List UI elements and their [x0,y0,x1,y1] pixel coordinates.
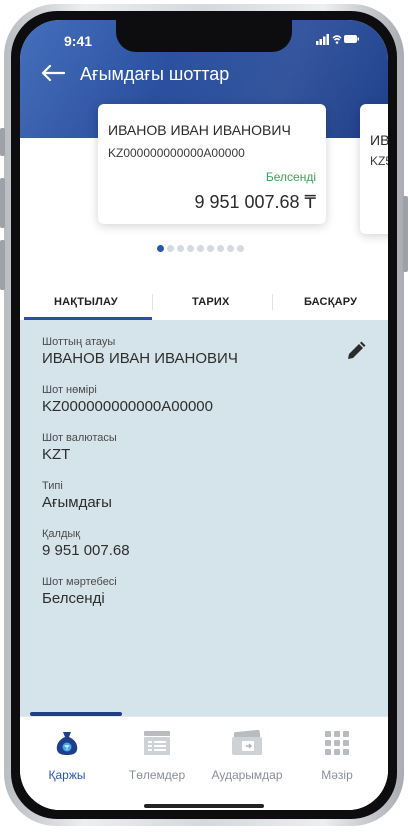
card-account-number: KZ000000000000A00000 [108,146,245,160]
notch [116,20,292,52]
tab-manage[interactable]: БАСҚАРУ [304,296,357,308]
account-card-next[interactable]: ИВА KZ56 [360,104,388,234]
home-indicator [144,804,264,808]
pagination-dot[interactable] [187,245,194,252]
pagination-dot[interactable] [237,245,244,252]
nav-label: Төлемдер [128,768,186,782]
money-bag-icon: ₸ [56,732,78,755]
status-icons [316,33,360,48]
volume-down-button [0,240,5,290]
signal-wifi-battery-icon [316,34,359,45]
page-title: Ағымдағы шоттар [80,64,230,84]
pagination-dot[interactable] [167,245,174,252]
tab-divider [152,294,153,310]
field-value-status: Белсенді [42,590,105,607]
pagination-dot[interactable] [197,245,204,252]
field-label: Типі [42,480,63,492]
screen: 9:41 Ағымдағы шоттар ИВАНОВ ИВАН ИВАНОВИ… [20,20,388,810]
card-balance: 9 951 007.68 ₸ [194,192,316,212]
pagination-dot[interactable] [207,245,214,252]
pagination-dot[interactable] [217,245,224,252]
field-label: Шот валютасы [42,432,117,444]
card-status: Белсенді [265,170,316,184]
nav-finance[interactable]: ₸ Қаржы [22,729,112,782]
details-panel [20,320,388,720]
tab-details[interactable]: НАҚТЫЛАУ [54,296,118,308]
card-account-number: KZ56 [370,154,388,168]
card-account-name: ИВА [370,132,388,148]
arrow-left-icon [41,64,66,82]
status-time: 9:41 [64,33,93,49]
bottom-navigation: ₸ Қаржы Төлемдер Аударымдар Мәзір [20,716,388,810]
nav-label: Қаржы [48,768,86,782]
grid-menu-icon [325,731,349,755]
wallet-transfer-icon [232,729,262,755]
nav-label: Аударымдар [211,768,283,782]
nav-label: Мәзір [321,768,353,782]
account-card[interactable]: ИВАНОВ ИВАН ИВАНОВИЧ KZ000000000000A0000… [98,104,326,224]
edit-name-button[interactable] [346,341,366,366]
field-value-balance: 9 951 007.68 [42,542,130,559]
back-button[interactable] [40,60,66,86]
nav-menu[interactable]: Мәзір [292,729,382,782]
field-value-currency: KZT [42,446,71,463]
carousel-pagination [157,245,244,253]
svg-text:₸: ₸ [65,744,70,752]
field-label: Қалдық [42,528,81,540]
field-label: Шот мәртебесі [42,576,117,588]
pagination-dot[interactable] [227,245,234,252]
nav-payments[interactable]: Төлемдер [112,729,202,782]
field-label: Шоттың атауы [42,336,116,348]
field-value-account-name: ИВАНОВ ИВАН ИВАНОВИЧ [42,350,238,367]
tab-divider [272,294,273,310]
pagination-dot-active[interactable] [157,245,164,252]
field-value-account-number: KZ000000000000A00000 [42,398,213,415]
field-label: Шот нөмірі [42,384,97,396]
field-value-type: Ағымдағы [42,494,112,511]
volume-up-button [0,178,5,228]
card-account-name: ИВАНОВ ИВАН ИВАНОВИЧ [108,122,291,138]
power-button [403,196,408,272]
document-list-icon [144,731,170,755]
tab-history[interactable]: ТАРИХ [192,296,230,308]
mute-switch [0,128,5,156]
pagination-dot[interactable] [177,245,184,252]
nav-transfers[interactable]: Аударымдар [202,729,292,782]
pencil-icon [348,341,366,359]
